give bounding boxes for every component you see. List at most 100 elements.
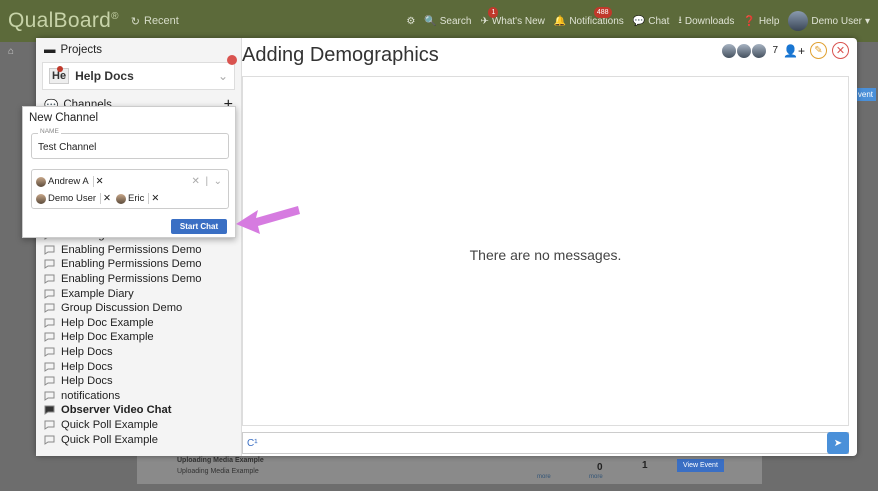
chevron-down-icon: ⌄ bbox=[217, 69, 228, 83]
pointer-arrow-annotation bbox=[236, 206, 300, 234]
channel-list-item[interactable]: Observer Video Chat bbox=[44, 403, 234, 418]
remove-tag-icon[interactable]: ✕ bbox=[148, 193, 159, 204]
popup-title: New Channel bbox=[29, 112, 99, 124]
participant-avatar[interactable] bbox=[736, 42, 753, 59]
help-icon: ❓ bbox=[743, 15, 756, 27]
page-title: Adding Demographics bbox=[242, 44, 439, 66]
download-icon: ⭳ bbox=[678, 14, 682, 26]
chat-bubble-icon bbox=[44, 420, 55, 430]
app-logo[interactable]: QualBoard® bbox=[8, 9, 119, 33]
channel-name-value: Test Channel bbox=[38, 142, 97, 153]
member-tag: Andrew A ✕ bbox=[36, 176, 104, 187]
chat-bubble-icon bbox=[44, 274, 55, 285]
chat-bubble-icon bbox=[44, 259, 55, 270]
recent-link[interactable]: ↻ Recent bbox=[131, 15, 179, 28]
help-link[interactable]: ❓ Help bbox=[743, 16, 779, 27]
channel-list-item[interactable]: Enabling Permissions Demo bbox=[44, 257, 234, 272]
channel-list: Enabling Permissions Demo Enabling Permis… bbox=[44, 228, 234, 447]
user-menu[interactable]: Demo User ▾ bbox=[788, 11, 870, 31]
top-navbar: QualBoard® ↻ Recent ⚙ 🔍 Search ✈ 1 What's Ne… bbox=[0, 0, 878, 42]
start-chat-button[interactable]: Start Chat bbox=[171, 219, 227, 234]
format-icon[interactable]: C¹ bbox=[247, 438, 258, 449]
chat-icon: 💬 bbox=[632, 15, 646, 27]
channel-list-item[interactable]: Help Doc Example bbox=[44, 330, 234, 345]
remove-tag-icon[interactable]: ✕ bbox=[100, 193, 111, 204]
caret-down-icon: ▾ bbox=[864, 15, 870, 27]
chat-modal: ▬Projects HeHelp Docs⌄ 💬Channels+ Enabli… bbox=[36, 38, 857, 456]
project-select[interactable]: He Help Docs ⌄ bbox=[42, 62, 235, 90]
chat-bubble-icon bbox=[44, 347, 55, 357]
count-zero: 0 bbox=[597, 462, 603, 473]
whats-new-link[interactable]: ✈ 1 What's New bbox=[480, 6, 545, 27]
bell-icon: 🔔 bbox=[553, 15, 567, 27]
search-link[interactable]: 🔍 Search bbox=[424, 16, 471, 27]
empty-state: There are no messages. bbox=[469, 247, 622, 263]
member-avatar bbox=[36, 193, 46, 204]
project-name: Help Docs bbox=[75, 69, 134, 83]
member-select[interactable]: Andrew A ✕ Demo User ✕ Eric ✕ ✕ | ⌄ bbox=[31, 169, 229, 209]
channel-list-item[interactable]: Quick Poll Example bbox=[44, 432, 234, 447]
whats-new-badge: 1 bbox=[488, 6, 499, 18]
megaphone-icon: ✈ bbox=[480, 15, 489, 27]
user-avatar bbox=[788, 11, 809, 31]
edit-icon[interactable]: ✎ bbox=[810, 42, 827, 59]
select-controls[interactable]: ✕ | ⌄ bbox=[192, 176, 222, 187]
chat-bubble-icon bbox=[44, 405, 55, 416]
search-icon: 🔍 bbox=[424, 15, 437, 27]
message-area: There are no messages. bbox=[242, 76, 849, 426]
channel-list-item[interactable]: Help Docs bbox=[44, 374, 234, 389]
channel-list-item[interactable]: Help Docs bbox=[44, 345, 234, 360]
event-partial-label[interactable]: vent bbox=[854, 88, 876, 101]
chat-bubble-icon bbox=[44, 318, 55, 328]
channel-list-item[interactable]: Help Docs bbox=[44, 359, 234, 374]
background-upload-row: Uploading Media Example Uploading Media … bbox=[137, 454, 762, 484]
participant-avatar[interactable] bbox=[751, 42, 768, 59]
participant-avatar[interactable] bbox=[721, 42, 738, 59]
chat-bubble-icon bbox=[44, 435, 55, 445]
add-user-icon[interactable]: 👤+ bbox=[783, 44, 805, 58]
count-one: 1 bbox=[642, 460, 648, 471]
notifications-link[interactable]: 🔔 488 Notifications bbox=[553, 6, 624, 27]
upload-subtitle: Uploading Media Example bbox=[177, 468, 259, 475]
upload-title: Uploading Media Example bbox=[177, 457, 264, 464]
home-icon[interactable]: ⌂ bbox=[8, 46, 14, 57]
gear-icon[interactable]: ⚙ bbox=[406, 16, 415, 27]
notifications-badge: 488 bbox=[593, 6, 612, 18]
channel-list-item[interactable]: Quick Poll Example bbox=[44, 418, 234, 433]
view-event-button[interactable]: View Event bbox=[677, 459, 724, 472]
chat-bubble-icon bbox=[44, 391, 55, 401]
chat-bubble-icon bbox=[44, 362, 55, 372]
member-avatar bbox=[116, 193, 126, 204]
chat-sidebar: ▬Projects HeHelp Docs⌄ 💬Channels+ Enabli… bbox=[36, 38, 242, 456]
downloads-link[interactable]: ⭳ Downloads bbox=[678, 13, 734, 30]
send-icon: ➤ bbox=[833, 437, 843, 449]
more-link[interactable]: more bbox=[537, 474, 551, 480]
channel-list-item[interactable]: Example Diary bbox=[44, 286, 234, 301]
participant-count: 7 bbox=[772, 45, 779, 56]
channel-list-item[interactable]: notifications bbox=[44, 389, 234, 404]
folder-icon: ▬ bbox=[44, 44, 56, 56]
chat-bubble-icon bbox=[44, 332, 55, 343]
close-icon[interactable]: ✕ bbox=[832, 42, 849, 59]
more-link[interactable]: more bbox=[589, 474, 603, 480]
channel-list-item[interactable]: Enabling Permissions Demo bbox=[44, 243, 234, 258]
new-channel-popup: New Channel NAME Test Channel Andrew A ✕ D… bbox=[22, 106, 236, 238]
channel-list-item[interactable]: Group Discussion Demo bbox=[44, 301, 234, 316]
channel-list-item[interactable]: Enabling Permissions Demo bbox=[44, 272, 234, 287]
name-legend: NAME bbox=[38, 128, 61, 135]
history-icon: ↻ bbox=[130, 15, 140, 28]
projects-header: ▬ Projects bbox=[44, 44, 103, 56]
send-button[interactable]: ➤ bbox=[827, 432, 849, 454]
chat-bubble-icon bbox=[44, 245, 55, 255]
unread-indicator bbox=[227, 55, 237, 65]
channel-header-actions: 7 👤+ ✎ ✕ bbox=[721, 42, 849, 59]
message-input[interactable]: C¹☺ bbox=[242, 432, 849, 454]
channel-list-item[interactable]: Help Doc Example bbox=[44, 316, 234, 331]
member-tag: Demo User ✕ bbox=[36, 193, 111, 204]
remove-tag-icon[interactable]: ✕ bbox=[92, 176, 104, 187]
chat-bubble-icon bbox=[44, 376, 55, 387]
member-tag: Eric ✕ bbox=[116, 193, 159, 204]
channel-name-field[interactable]: NAME Test Channel bbox=[31, 128, 229, 159]
chat-link[interactable]: 💬 Chat bbox=[633, 16, 670, 27]
chat-bubble-icon bbox=[44, 303, 55, 314]
